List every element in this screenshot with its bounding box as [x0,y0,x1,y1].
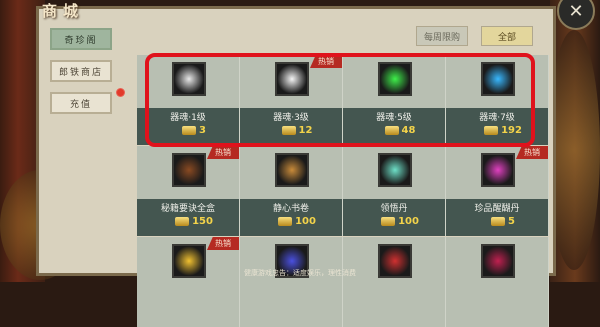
hot-sale-badge: 热销 [207,237,239,250]
item-price: 150 [149,216,239,227]
tab-all[interactable]: 全部 [481,26,533,46]
sidebar-item-3[interactable]: 充值 [50,92,112,114]
shop-item[interactable]: 热销秘籍要诀全盒 150 [137,146,240,236]
shop-item[interactable]: 热销珍品醒醐丹 5 [446,146,549,236]
shop-item[interactable]: 领悟丹 100 [343,146,446,236]
hot-sale-badge: 热销 [207,146,239,159]
item-name: 珍品醒醐丹 [474,204,520,214]
shop-item[interactable]: 静心书卷 100 [240,146,343,236]
treasure-chest-icon [172,153,206,187]
gold-ingot-icon [278,217,293,226]
price-value: 150 [192,216,213,227]
item-name: 静心书卷 [272,204,309,214]
highlight-box [145,53,535,147]
item-name: 领悟丹 [380,204,408,214]
gold-ingot-icon [491,217,506,226]
notification-dot [116,88,125,97]
gold-ingot-icon [381,217,396,226]
close-icon: ✕ [568,0,584,22]
shop-item[interactable] [240,237,343,327]
shop-item[interactable] [446,237,549,327]
item-price: 5 [458,216,548,227]
shop-item[interactable] [343,237,446,327]
scroll-icon [275,153,309,187]
sidebar-item-2[interactable]: 郎铁商店 [50,60,112,82]
price-value: 100 [295,216,316,227]
health-notice: 健康游戏忠告：适度娱乐，理性消费 [244,269,356,277]
price-value: 100 [398,216,419,227]
jade-pill-icon [378,153,412,187]
item-price: 100 [252,216,342,227]
item-price: 100 [355,216,445,227]
tab-weekly-limit[interactable]: 每周限购 [416,26,468,46]
window-title: 商城 [42,2,85,20]
sidebar-item-1[interactable]: 奇珍阁 [50,28,112,50]
hot-sale-badge: 热销 [516,146,548,159]
item-name: 秘籍要诀全盒 [160,204,215,214]
gold-ingot-icon [175,217,190,226]
purple-orb-icon [481,153,515,187]
price-value: 5 [508,216,515,227]
shop-item[interactable]: 热销 [137,237,240,327]
